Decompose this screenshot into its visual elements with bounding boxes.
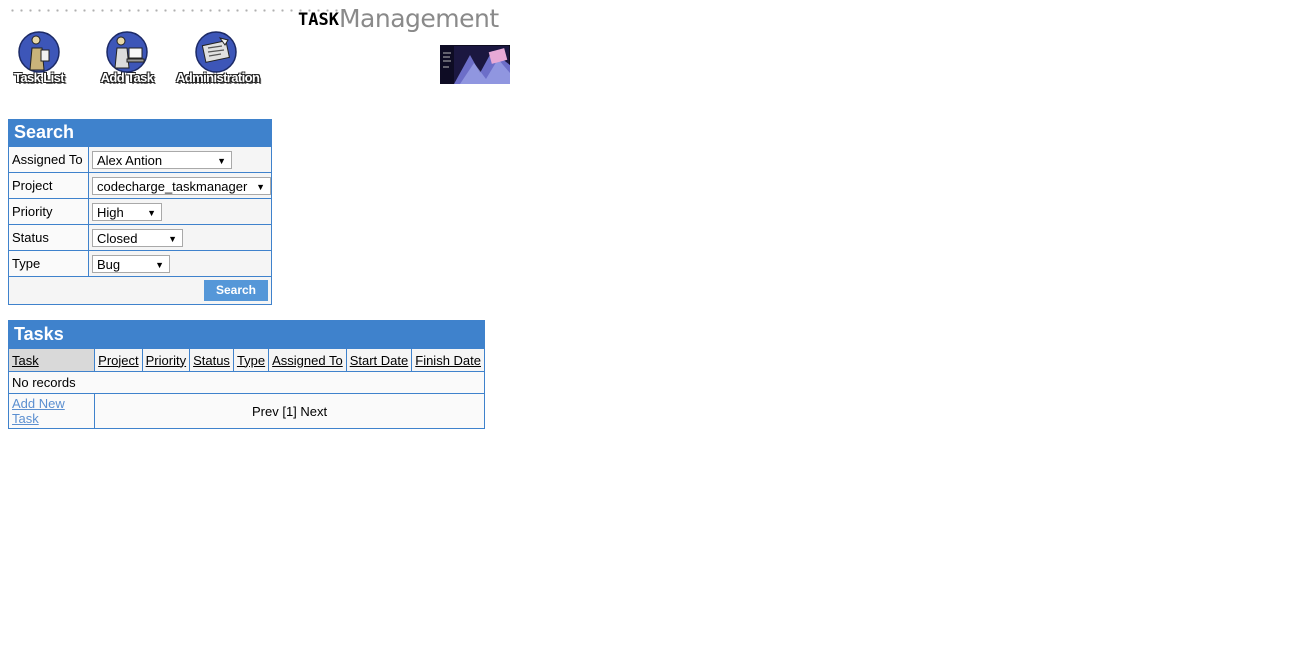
pager[interactable]: Prev [1] Next — [94, 393, 484, 428]
column-header-assigned-to[interactable]: Assigned To — [268, 348, 347, 372]
chevron-down-icon: ▼ — [256, 181, 265, 192]
search-row-project: Project codecharge_taskmanager ▼ — [9, 172, 271, 198]
priority-label: Priority — [9, 199, 89, 224]
column-header-status[interactable]: Status — [189, 348, 234, 372]
nav-administration[interactable]: Administration — [176, 30, 260, 85]
column-header-task[interactable]: Task — [9, 348, 96, 372]
task-management-logo: TASKManagement — [298, 4, 499, 34]
chevron-down-icon: ▼ — [168, 233, 177, 244]
type-label: Type — [9, 251, 89, 276]
tasks-panel: Tasks Task Project Priority Status Type … — [8, 320, 485, 429]
chevron-down-icon: ▼ — [155, 259, 164, 270]
status-select[interactable]: Closed ▼ — [92, 228, 183, 247]
priority-select[interactable]: High ▼ — [92, 202, 162, 221]
header-dotted-line — [8, 9, 338, 12]
search-row-type: Type Bug ▼ — [9, 250, 271, 276]
assigned-to-label: Assigned To — [9, 147, 89, 172]
status-label: Status — [9, 225, 89, 250]
search-row-assigned-to: Assigned To Alex Antion ▼ — [9, 146, 271, 172]
search-button[interactable]: Search — [204, 280, 268, 301]
header-banner-image — [439, 44, 511, 85]
project-select[interactable]: codecharge_taskmanager ▼ — [92, 176, 271, 195]
chevron-down-icon: ▼ — [147, 207, 156, 218]
add-new-task-link[interactable]: Add New Task — [12, 396, 65, 426]
type-select[interactable]: Bug ▼ — [92, 254, 170, 273]
column-header-finish-date[interactable]: Finish Date — [411, 348, 484, 372]
logo-task-text: TASK — [298, 10, 339, 30]
logo-management-text: Management — [338, 4, 499, 33]
table-footer-row: Add New Task Prev [1] Next — [9, 393, 484, 428]
tasks-panel-title: Tasks — [9, 321, 484, 348]
search-panel: Search Assigned To Alex Antion ▼ Project … — [8, 119, 272, 305]
task-list-icon — [15, 30, 63, 74]
nav-task-list[interactable]: Task List — [0, 30, 79, 85]
search-row-priority: Priority High ▼ — [9, 198, 271, 224]
assigned-to-select[interactable]: Alex Antion ▼ — [92, 150, 232, 169]
table-header-row: Task Project Priority Status Type Assign… — [9, 348, 484, 372]
search-row-status: Status Closed ▼ — [9, 224, 271, 250]
project-label: Project — [9, 173, 89, 198]
tasks-table: Task Project Priority Status Type Assign… — [9, 348, 484, 428]
chevron-down-icon: ▼ — [217, 155, 226, 166]
no-records-text: No records — [9, 371, 484, 394]
add-new-task-cell: Add New Task — [9, 393, 96, 428]
administration-icon — [192, 30, 240, 74]
column-header-type[interactable]: Type — [232, 348, 270, 372]
table-row: No records — [9, 371, 484, 394]
search-panel-title: Search — [9, 120, 271, 146]
column-header-priority[interactable]: Priority — [141, 348, 191, 372]
add-task-icon — [103, 30, 151, 74]
search-button-row: Search — [9, 276, 271, 304]
column-header-project[interactable]: Project — [94, 348, 143, 372]
column-header-start-date[interactable]: Start Date — [345, 348, 413, 372]
nav-add-task[interactable]: Add Task — [87, 30, 167, 85]
